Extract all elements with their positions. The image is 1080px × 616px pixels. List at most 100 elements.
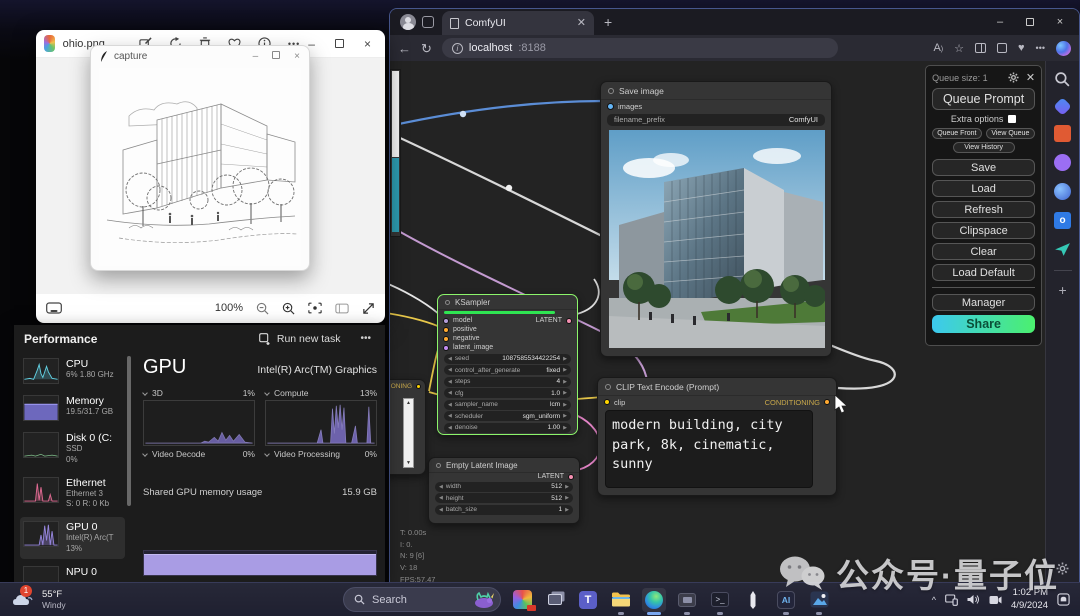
tray-devices-icon[interactable] [945, 594, 958, 606]
sampler-name-widget[interactable]: ◀sampler_namelcm▶ [444, 400, 571, 410]
refresh-button[interactable]: Refresh [932, 201, 1035, 218]
favorites-star-icon[interactable]: ☆ [954, 42, 964, 55]
split-screen-icon[interactable] [975, 43, 986, 53]
capture-close-button[interactable]: × [294, 51, 300, 62]
taskbar-search-box[interactable]: Search [343, 587, 501, 612]
empty-latent-image-node[interactable]: Empty Latent Image LATENT ◀width512▶ ◀he… [428, 457, 580, 524]
batch-size-widget[interactable]: ◀batch_size1▶ [435, 505, 573, 515]
width-widget[interactable]: ◀width512▶ [435, 482, 573, 492]
sidebar-add-icon[interactable]: + [1058, 283, 1066, 297]
zoom-in-icon[interactable] [282, 302, 295, 315]
workspaces-icon[interactable] [422, 16, 434, 28]
conditioning-output-port[interactable] [416, 384, 421, 389]
tray-notifications-icon[interactable] [1057, 593, 1070, 606]
sidebar-item-ethernet[interactable]: EthernetEthernet 3S: 0 R: 0 Kb [20, 473, 125, 515]
sidebar-send-icon[interactable] [1054, 241, 1071, 258]
new-tab-button[interactable]: + [604, 15, 612, 29]
weather-widget[interactable]: 1 55°F Windy [12, 589, 132, 611]
partial-load-image-node[interactable] [390, 69, 401, 237]
zoom-out-icon[interactable] [256, 302, 269, 315]
chevron-down-icon[interactable] [264, 451, 270, 457]
manager-button[interactable]: Manager [932, 294, 1035, 311]
capture-minimize-button[interactable]: – [253, 51, 259, 62]
clipspace-button[interactable]: Clipspace [932, 222, 1035, 239]
conditioning-output-port[interactable] [824, 399, 830, 405]
latent-output-port[interactable] [568, 474, 574, 480]
taskbar-app-terminal[interactable]: >_ [708, 588, 732, 612]
photos-minimize-button[interactable]: – [308, 37, 315, 51]
sidebar-search-icon[interactable] [1054, 71, 1071, 88]
url-field[interactable]: i localhost :8188 [442, 38, 838, 58]
browser-tab[interactable]: ComfyUI ✕ [442, 11, 594, 35]
settings-gear-icon[interactable] [1008, 72, 1019, 83]
taskman-more-icon[interactable]: ••• [360, 333, 375, 344]
taskbar-app-paint[interactable] [510, 588, 534, 612]
tray-volume-icon[interactable] [967, 594, 980, 605]
share-button[interactable]: Share [932, 315, 1035, 333]
taskbar-file-explorer[interactable] [609, 588, 633, 612]
latent-image-input-port[interactable] [443, 345, 449, 351]
save-image-node[interactable]: Save image images filename_prefix ComfyU… [600, 81, 832, 357]
chevron-down-icon[interactable] [142, 390, 148, 396]
window-minimize-button[interactable]: – [985, 11, 1015, 33]
images-input-port[interactable] [607, 103, 614, 110]
denoise-widget[interactable]: ◀denoise1.00▶ [444, 423, 571, 433]
photos-close-button[interactable]: × [364, 37, 371, 51]
sidebar-outlook-icon[interactable]: o [1054, 212, 1071, 229]
menu-close-icon[interactable]: ✕ [1026, 71, 1035, 84]
taskbar-task-view[interactable] [543, 588, 567, 612]
height-widget[interactable]: ◀height512▶ [435, 493, 573, 503]
tray-clock[interactable]: 1:02 PM 4/9/2024 [1011, 587, 1048, 612]
more-menu-icon[interactable]: ••• [1036, 43, 1045, 53]
tray-chevron-up-icon[interactable]: ^ [932, 595, 936, 605]
filename-prefix-widget[interactable]: filename_prefix ComfyUI [607, 114, 825, 126]
steps-widget[interactable]: ◀steps4▶ [444, 377, 571, 387]
sidebar-people-icon[interactable] [1054, 154, 1071, 171]
view-history-button[interactable]: View History [953, 142, 1015, 153]
latent-output-port[interactable] [566, 318, 572, 324]
model-input-port[interactable] [443, 318, 449, 324]
sidebar-toolbox-icon[interactable] [1054, 125, 1071, 142]
capture-maximize-button[interactable] [272, 51, 280, 59]
sidebar-item-npu[interactable]: NPU 0 [20, 562, 125, 582]
control-after-generate-widget[interactable]: ◀control_after_generatefixed▶ [444, 365, 571, 375]
collections-icon[interactable] [997, 43, 1007, 53]
fullscreen-icon[interactable] [362, 302, 375, 315]
taskbar-app-photos[interactable] [807, 588, 831, 612]
taskbar-app-edge[interactable] [642, 588, 666, 612]
cfg-widget[interactable]: ◀cfg1.0▶ [444, 388, 571, 398]
profile-avatar[interactable] [400, 14, 416, 30]
tray-camera-icon[interactable] [989, 595, 1002, 605]
chevron-down-icon[interactable] [264, 390, 270, 396]
sidebar-item-gpu[interactable]: GPU 0Intel(R) Arc(T13% [20, 517, 125, 559]
multi-page-icon[interactable] [335, 303, 349, 314]
comfyui-canvas[interactable]: Save image images filename_prefix ComfyU… [390, 61, 1045, 582]
extra-options-checkbox[interactable] [1008, 115, 1016, 123]
sidebar-item-memory[interactable]: Memory19.5/31.7 GB [20, 391, 125, 425]
browser-essentials-icon[interactable]: ♥ [1018, 42, 1025, 54]
partial-clip-node[interactable]: ONING ▲▼ [390, 379, 426, 475]
collapse-icon[interactable] [608, 88, 614, 94]
ksampler-node[interactable]: KSampler model positive negative latent_… [437, 294, 578, 435]
photos-maximize-button[interactable] [335, 39, 344, 48]
copilot-icon[interactable] [1056, 41, 1071, 56]
sidebar-games-icon[interactable] [1054, 183, 1071, 200]
clip-input-port[interactable] [604, 399, 610, 405]
filmstrip-icon[interactable] [46, 302, 62, 314]
start-button[interactable] [310, 588, 334, 612]
chevron-down-icon[interactable] [142, 451, 148, 457]
fit-to-window-icon[interactable] [308, 302, 322, 314]
queue-front-button[interactable]: Queue Front [932, 128, 982, 139]
taskbar-app-pen[interactable] [741, 588, 765, 612]
save-button[interactable]: Save [932, 159, 1035, 176]
sidebar-shopping-icon[interactable] [1053, 97, 1071, 115]
positive-input-port[interactable] [443, 327, 449, 333]
scheduler-widget[interactable]: ◀schedulersgm_uniform▶ [444, 411, 571, 421]
load-default-button[interactable]: Load Default [932, 264, 1035, 281]
negative-input-port[interactable] [443, 336, 449, 342]
window-maximize-button[interactable] [1015, 11, 1045, 33]
collapse-icon[interactable] [605, 384, 611, 390]
sidebar-item-cpu[interactable]: CPU6% 1.80 GHz [20, 354, 125, 388]
read-aloud-icon[interactable]: A) [933, 42, 943, 54]
taskbar-app-ai[interactable]: AI [774, 588, 798, 612]
